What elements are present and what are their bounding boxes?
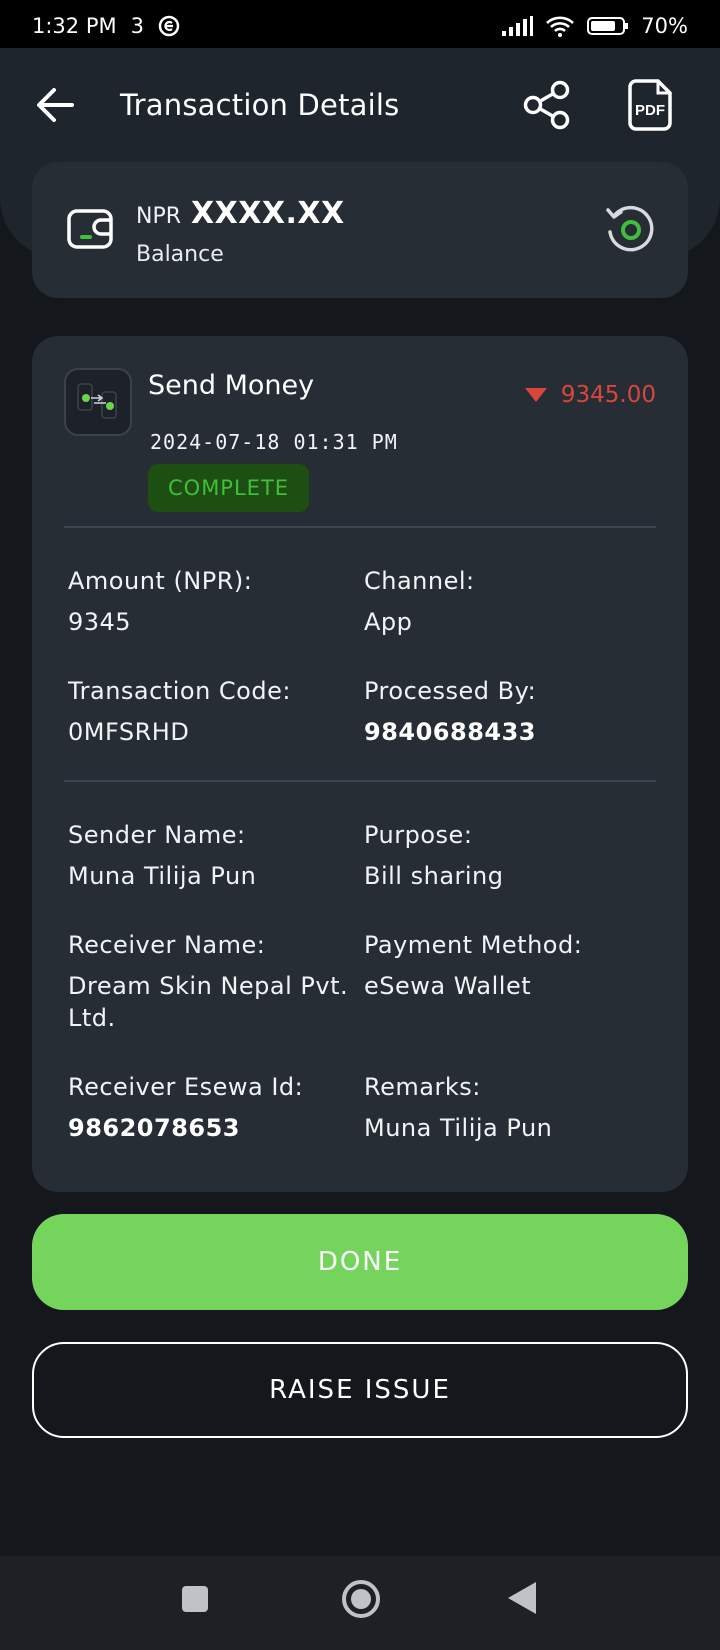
field-value: Dream Skin Nepal Pvt. Ltd.	[68, 972, 349, 1032]
pdf-icon[interactable]: PDF	[628, 78, 674, 132]
signal-icon	[501, 15, 534, 37]
field-label: Processed By:	[364, 677, 537, 705]
field-transaction-code: Transaction Code: 0MFSRHD	[68, 676, 291, 748]
field-value: App	[364, 608, 413, 636]
page-title: Transaction Details	[120, 88, 400, 122]
field-label: Sender Name:	[68, 821, 246, 849]
recent-apps-icon[interactable]	[180, 1584, 210, 1618]
battery-percent: 70%	[641, 14, 688, 38]
field-label: Transaction Code:	[68, 677, 291, 705]
back-arrow-icon[interactable]	[34, 84, 76, 126]
back-icon[interactable]	[506, 1580, 538, 1620]
field-value: Muna Tilija Pun	[68, 862, 257, 890]
refresh-icon[interactable]	[602, 202, 658, 258]
home-icon[interactable]	[340, 1578, 382, 1624]
balance-card: NPR XXXX.XX Balance	[32, 162, 688, 298]
field-purpose: Purpose: Bill sharing	[364, 820, 504, 892]
field-value: Bill sharing	[364, 862, 504, 890]
balance-line: NPR XXXX.XX	[136, 196, 345, 231]
send-money-icon	[64, 368, 132, 436]
field-label: Receiver Name:	[68, 931, 266, 959]
balance-label: Balance	[136, 242, 224, 267]
transaction-amount: 9345.00	[560, 382, 656, 408]
status-badge: COMPLETE	[148, 464, 310, 512]
field-label: Remarks:	[364, 1073, 481, 1101]
status-time: 1:32 PM	[32, 14, 117, 38]
balance-amount[interactable]: XXXX.XX	[191, 196, 345, 231]
debit-arrow-icon	[524, 388, 547, 402]
divider	[64, 780, 656, 782]
raise-issue-button[interactable]: RAISE ISSUE	[32, 1342, 688, 1438]
notification-3-icon: 3	[130, 14, 144, 38]
field-label: Channel:	[364, 567, 475, 595]
divider	[64, 526, 656, 528]
status-bar: 1:32 PM 3 70%	[0, 0, 720, 52]
system-nav-bar	[0, 1556, 720, 1650]
field-sender-name: Sender Name: Muna Tilija Pun	[68, 820, 256, 892]
field-payment-method: Payment Method: eSewa Wallet	[364, 930, 582, 1002]
esewa-status-icon	[158, 15, 180, 37]
field-label: Payment Method:	[364, 931, 583, 959]
field-channel: Channel: App	[364, 566, 475, 638]
svg-text:PDF: PDF	[635, 102, 665, 119]
done-button[interactable]: DONE	[32, 1214, 688, 1310]
balance-currency: NPR	[136, 204, 182, 229]
field-value: 9345	[68, 608, 132, 636]
transaction-datetime: 2024-07-18 01:31 PM	[150, 430, 398, 454]
field-value: eSewa Wallet	[364, 972, 532, 1000]
share-icon[interactable]	[522, 80, 572, 130]
field-processed-by: Processed By: 9840688433	[364, 676, 536, 748]
field-receiver-esewa-id: Receiver Esewa Id: 9862078653	[68, 1072, 303, 1144]
field-label: Receiver Esewa Id:	[68, 1073, 304, 1101]
field-value[interactable]: 9840688433	[364, 716, 536, 748]
wifi-icon	[545, 15, 575, 37]
field-value: 0MFSRHD	[68, 718, 190, 746]
battery-icon	[587, 15, 629, 37]
field-value: Muna Tilija Pun	[364, 1114, 553, 1142]
field-label: Amount (NPR):	[68, 567, 253, 595]
transaction-card: Send Money 9345.00 2024-07-18 01:31 PM C…	[32, 336, 688, 1192]
service-name: Send Money	[148, 370, 315, 401]
field-label: Purpose:	[364, 821, 473, 849]
field-receiver-name: Receiver Name: Dream Skin Nepal Pvt. Ltd…	[68, 930, 368, 1034]
wallet-icon	[66, 206, 116, 250]
field-value[interactable]: 9862078653	[68, 1112, 303, 1144]
transaction-amount-group: 9345.00	[523, 382, 656, 408]
field-amount: Amount (NPR): 9345	[68, 566, 252, 638]
field-remarks: Remarks: Muna Tilija Pun	[364, 1072, 552, 1144]
